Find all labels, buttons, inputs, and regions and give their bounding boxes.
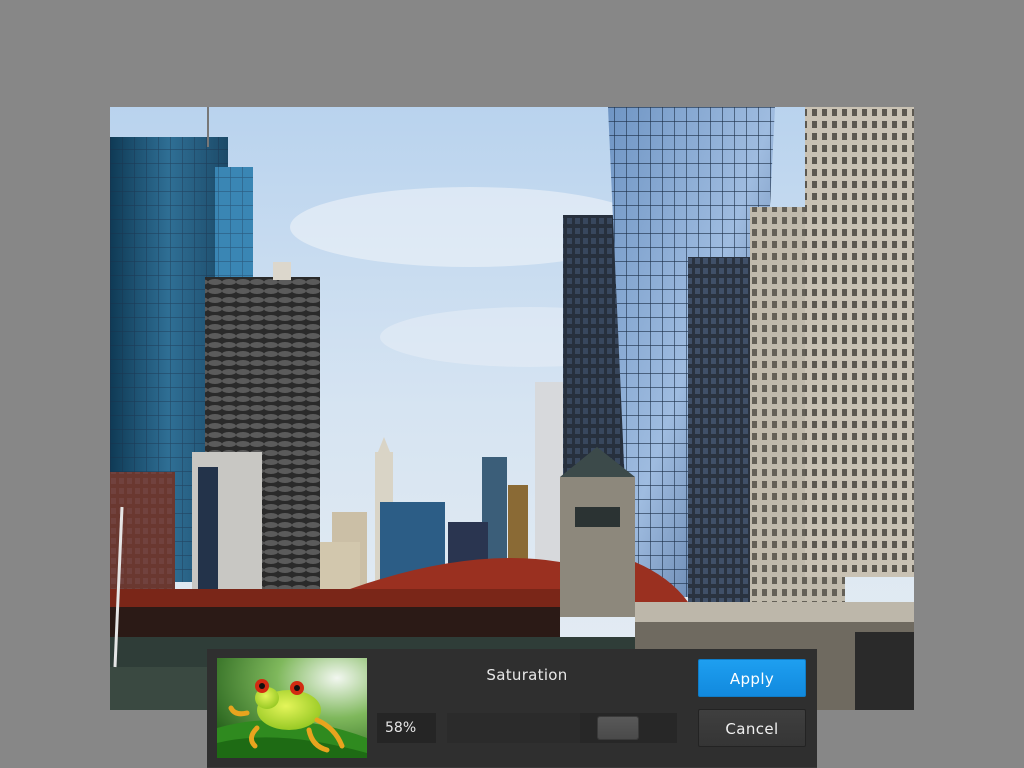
adjustment-panel: Saturation 58% Apply Cancel xyxy=(207,649,817,768)
saturation-value-field[interactable]: 58% xyxy=(377,713,436,743)
city-photo xyxy=(110,107,914,710)
photo-canvas xyxy=(110,107,914,710)
saturation-slider[interactable] xyxy=(447,713,677,743)
cancel-button[interactable]: Cancel xyxy=(698,709,806,747)
frog-thumbnail-image xyxy=(217,658,367,758)
slider-fill xyxy=(447,713,581,743)
adjustment-title: Saturation xyxy=(486,666,568,684)
slider-handle[interactable] xyxy=(597,717,638,739)
preset-thumbnail[interactable] xyxy=(217,658,367,758)
apply-button[interactable]: Apply xyxy=(698,659,806,697)
